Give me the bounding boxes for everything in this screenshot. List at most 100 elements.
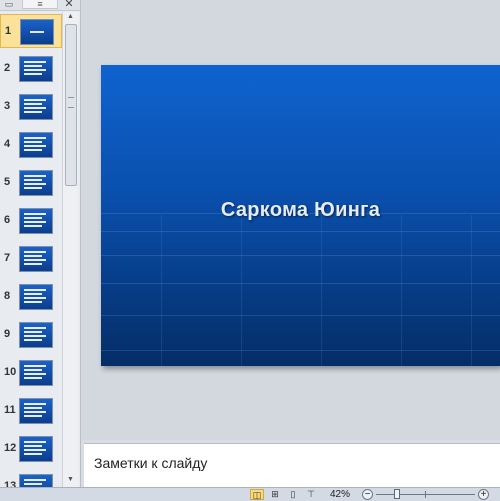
thumbnail-preview[interactable] — [19, 170, 53, 196]
thumbnail-text-line — [24, 145, 46, 147]
slide-title[interactable]: Саркома Юинга — [101, 199, 500, 222]
thumbnail-preview[interactable] — [19, 436, 53, 462]
slides-tab[interactable]: ≡ — [22, 0, 58, 9]
thumbnail-text-line — [24, 213, 46, 215]
thumbnail-text-line — [24, 331, 42, 333]
thumbnail-text-line — [24, 251, 46, 253]
thumbnail-preview[interactable] — [19, 284, 53, 310]
thumbnail-text-line — [24, 327, 46, 329]
thumbnail-text-line — [24, 479, 46, 481]
thumbnail-number: 10 — [4, 366, 17, 378]
thumbnail-number: 2 — [4, 62, 11, 74]
slide-thumbnail-10[interactable]: 10 — [0, 356, 62, 390]
slide-grid-line — [471, 215, 472, 366]
slide-thumbnail-13[interactable]: 13 — [0, 470, 62, 487]
slide-grid-line — [401, 215, 402, 366]
minus-icon: − — [364, 489, 371, 500]
thumbnail-preview[interactable] — [19, 56, 53, 82]
slide-sorter-icon: ⊞ — [271, 489, 279, 499]
slide-thumbnail-11[interactable]: 11 — [0, 394, 62, 428]
zoom-slider-midmark — [425, 491, 426, 498]
thumbnail-text-line — [24, 179, 42, 181]
thumbnail-text-line — [24, 335, 46, 337]
slide-thumbnail-8[interactable]: 8 — [0, 280, 62, 314]
scroll-down-arrow-icon[interactable]: ▼ — [63, 475, 78, 485]
slides-pane: ▭ ≡ ✕ 1 2 3 4 5 6 7 8 9 10 11 12 13 ▲ ▼ — [0, 0, 81, 487]
normal-view-button[interactable]: ◫ — [250, 489, 264, 500]
thumbnail-preview[interactable] — [19, 322, 53, 348]
thumbnail-text-line — [24, 453, 42, 455]
slide-sorter-button[interactable]: ⊞ — [268, 489, 282, 500]
thumbnail-text-line — [24, 103, 42, 105]
slide-thumbnail-5[interactable]: 5 — [0, 166, 62, 200]
thumbnail-text-line — [24, 107, 46, 109]
slide-thumbnail-6[interactable]: 6 — [0, 204, 62, 238]
zoom-out-button[interactable]: − — [362, 489, 373, 500]
slide-grid-line — [161, 215, 162, 366]
close-pane-button[interactable]: ✕ — [63, 0, 75, 10]
thumbnail-text-line — [24, 187, 42, 189]
thumbnail-preview[interactable] — [19, 94, 53, 120]
thumbnail-text-line — [24, 217, 42, 219]
status-bar: ◫ ⊞ ▯ ⊤ 42% − + — [0, 487, 500, 501]
notes-pane[interactable]: Заметки к слайду — [84, 443, 500, 487]
thumbnail-text-line — [24, 225, 42, 227]
slide-thumbnail-3[interactable]: 3 — [0, 90, 62, 124]
thumbnail-preview[interactable] — [19, 208, 53, 234]
thumbnail-number: 4 — [4, 138, 11, 150]
thumbnail-preview[interactable] — [19, 246, 53, 272]
thumbnail-number: 13 — [4, 480, 17, 487]
thumbnail-number: 7 — [4, 252, 11, 264]
thumbnail-text-line — [24, 377, 42, 379]
scrollbar-thumb[interactable] — [65, 24, 77, 186]
thumbnail-preview[interactable] — [20, 19, 54, 45]
current-slide[interactable]: Саркома Юинга — [101, 65, 500, 366]
thumbnail-number: 9 — [4, 328, 11, 340]
scroll-up-arrow-icon[interactable]: ▲ — [63, 12, 78, 22]
slide-editing-area: Саркома Юинга — [81, 0, 500, 440]
thumbnail-text-line — [24, 69, 46, 71]
slide-thumbnail-1[interactable]: 1 — [0, 14, 62, 48]
notes-placeholder[interactable]: Заметки к слайду — [94, 455, 207, 471]
thumbnail-text-line — [24, 175, 46, 177]
thumbnail-text-line — [24, 297, 46, 299]
thumbnail-text-line — [24, 289, 46, 291]
outline-list-icon: ▭ — [4, 0, 14, 9]
thumbnail-text-line — [24, 255, 42, 257]
thumbnail-text-line — [24, 373, 46, 375]
zoom-level[interactable]: 42% — [330, 489, 350, 500]
thumbnail-number: 12 — [4, 442, 17, 454]
thumbnail-text-line — [24, 403, 46, 405]
thumbnail-text-line — [24, 73, 42, 75]
thumbnail-text-line — [24, 407, 42, 409]
thumbnail-text-line — [24, 411, 46, 413]
thumbnail-preview[interactable] — [19, 132, 53, 158]
thumbnail-preview[interactable] — [19, 398, 53, 424]
thumbnail-number: 8 — [4, 290, 11, 302]
thumbnail-text-line — [24, 293, 42, 295]
slide-thumbnail-9[interactable]: 9 — [0, 318, 62, 352]
slide-thumbnail-4[interactable]: 4 — [0, 128, 62, 162]
slide-grid-line — [321, 215, 322, 366]
thumbnail-scrollbar[interactable]: ▲ ▼ — [62, 12, 78, 487]
slide-thumbnail-7[interactable]: 7 — [0, 242, 62, 276]
reading-view-icon: ▯ — [290, 489, 296, 499]
slide-grid-line — [241, 215, 242, 366]
slideshow-button[interactable]: ⊤ — [304, 489, 318, 500]
zoom-slider-handle[interactable] — [394, 489, 400, 499]
zoom-in-button[interactable]: + — [478, 489, 489, 500]
thumbnail-text-line — [24, 415, 42, 417]
thumbnail-text-line — [24, 263, 42, 265]
reading-view-button[interactable]: ▯ — [286, 489, 300, 500]
slide-thumbnail-2[interactable]: 2 — [0, 52, 62, 86]
scrollbar-grip-icon — [68, 97, 74, 108]
thumbnail-text-line — [24, 61, 46, 63]
thumbnail-text-line — [24, 111, 42, 113]
outline-tab[interactable]: ▭ — [2, 0, 16, 9]
slide-thumbnail-12[interactable]: 12 — [0, 432, 62, 466]
close-icon: ✕ — [64, 0, 74, 10]
thumbnail-text-line — [30, 31, 44, 33]
thumbnail-text-line — [24, 449, 46, 451]
thumbnail-preview[interactable] — [19, 360, 53, 386]
thumbnail-preview[interactable] — [19, 474, 53, 487]
